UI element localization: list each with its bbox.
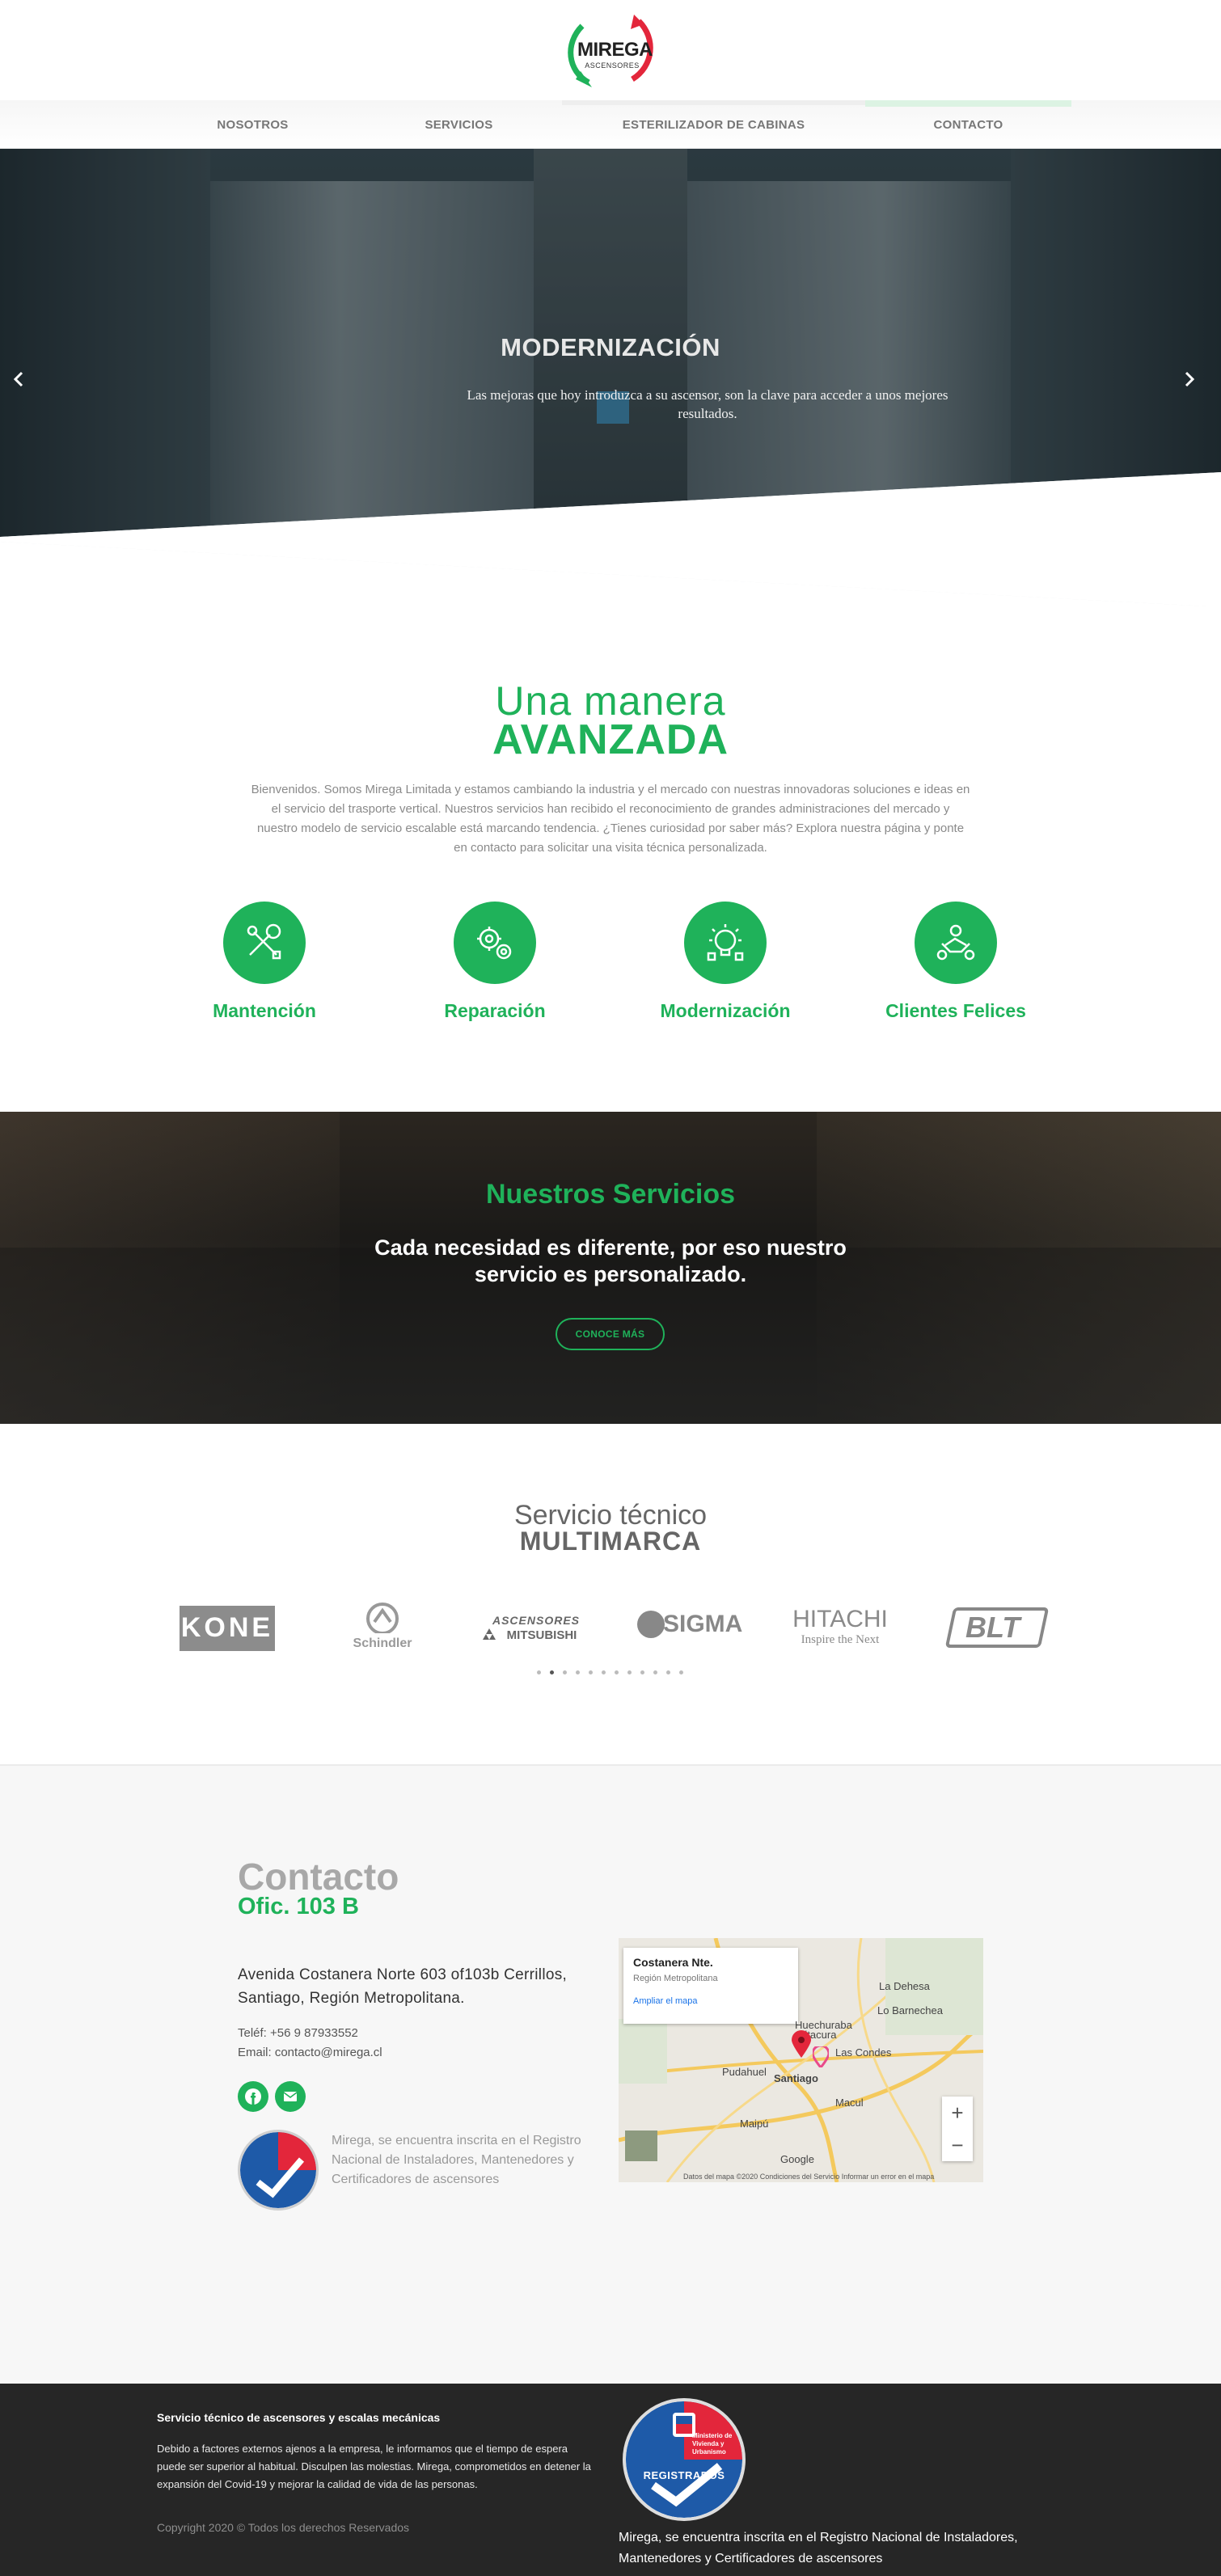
hero-text: Las mejoras que hoy introduzca a su asce… bbox=[467, 387, 948, 421]
brands-title-bold: MULTIMARCA bbox=[519, 1527, 702, 1556]
brand-logo-sigma[interactable]: SIGMA bbox=[637, 1601, 742, 1653]
map-info-card: Costanera Nte. Región Metropolitana Ampl… bbox=[623, 1948, 798, 2024]
nav-item-nosotros[interactable]: NOSOTROS bbox=[150, 100, 356, 149]
brand-logo-kone[interactable]: KONE bbox=[180, 1601, 275, 1653]
carousel-dot[interactable] bbox=[615, 1670, 619, 1674]
chevron-right-icon[interactable] bbox=[1177, 367, 1202, 391]
carousel-dot[interactable] bbox=[640, 1670, 644, 1674]
contact-section: Contacto Ofic. 103 B Avenida Costanera N… bbox=[0, 1764, 1221, 2383]
map-marker-icon[interactable] bbox=[792, 2030, 811, 2062]
facebook-icon[interactable] bbox=[238, 2081, 268, 2112]
carousel-dot[interactable] bbox=[602, 1670, 606, 1674]
carousel-dot[interactable] bbox=[679, 1670, 683, 1674]
feature-label: Modernización bbox=[660, 1000, 791, 1021]
brand-name-2: MITSUBISHI bbox=[506, 1628, 577, 1642]
wrench-icon bbox=[223, 902, 306, 984]
map-enlarge-link[interactable]: Ampliar el mapa bbox=[633, 1996, 788, 2006]
brand-name: SIGMA bbox=[663, 1611, 743, 1637]
contact-email[interactable]: Email: contacto@mirega.cl bbox=[238, 2046, 382, 2059]
map-zoom-control: + − bbox=[942, 2097, 973, 2161]
map-label: Las Condes bbox=[835, 2046, 892, 2059]
nav-item-esterilizador[interactable]: ESTERILIZADOR DE CABINAS bbox=[562, 100, 865, 149]
chevron-left-icon[interactable] bbox=[6, 367, 31, 391]
map-label: Google bbox=[780, 2153, 814, 2165]
map-label: La Dehesa bbox=[879, 1980, 930, 1992]
footer-registry: Mirega, se encuentra inscrita en el Regi… bbox=[619, 2531, 1018, 2565]
carousel-dot[interactable] bbox=[550, 1670, 554, 1674]
conoce-mas-button[interactable]: CONOCE MÁS bbox=[556, 1318, 665, 1350]
contact-phone[interactable]: Teléf: +56 9 87933552 bbox=[238, 2026, 358, 2040]
feature-modernizacion[interactable]: Modernización bbox=[624, 902, 826, 1022]
innovation-icon bbox=[684, 902, 767, 984]
zoom-out-button[interactable]: − bbox=[942, 2129, 973, 2161]
footer-title: Servicio técnico de ascensores y escalas… bbox=[157, 2411, 441, 2424]
contact-address: Avenida Costanera Norte 603 of103b Cerri… bbox=[238, 1966, 568, 2007]
hero-slider: MODERNIZACIÓN Las mejoras que hoy introd… bbox=[0, 149, 1221, 606]
brands-carousel-dots bbox=[537, 1670, 687, 1675]
brand-name: Schindler bbox=[353, 1636, 412, 1650]
contact-office: Ofic. 103 B bbox=[238, 1894, 359, 1919]
map-label: Santiago bbox=[774, 2072, 818, 2084]
carousel-dot[interactable] bbox=[537, 1670, 541, 1674]
site-header: MIREGA ASCENSORES NOSOTROS SERVICIOS EST… bbox=[0, 0, 1221, 149]
brand-logo-blt[interactable]: BLT bbox=[944, 1601, 1050, 1653]
carousel-dot[interactable] bbox=[589, 1670, 593, 1674]
map-label: Maipú bbox=[740, 2118, 769, 2130]
carousel-dot[interactable] bbox=[563, 1670, 567, 1674]
services-title: Nuestros Servicios bbox=[485, 1179, 736, 1210]
google-map[interactable]: Costanera Nte. Región Metropolitana Ampl… bbox=[619, 1938, 983, 2182]
mirega-logo[interactable]: MIREGA ASCENSORES bbox=[556, 11, 665, 92]
feature-label: Mantención bbox=[213, 1000, 316, 1021]
map-pin-icon[interactable] bbox=[811, 2044, 830, 2071]
map-label: Pudahuel bbox=[722, 2066, 767, 2078]
contact-title: Contacto bbox=[238, 1856, 399, 1898]
intro-paragraph: Bienvenidos. Somos Mirega Limitada y est… bbox=[251, 783, 970, 855]
gears-icon bbox=[454, 902, 536, 984]
feature-reparacion[interactable]: Reparación bbox=[394, 902, 596, 1022]
registry-text: Mirega, se encuentra inscrita en el Regi… bbox=[332, 2134, 581, 2186]
brand-name: HITACHI bbox=[792, 1606, 888, 1632]
map-label: Huechuraba bbox=[795, 2019, 852, 2031]
badge-ministry: Ministerio de Vivienda y Urbanismo bbox=[692, 2432, 733, 2456]
intro-title-bold: AVANZADA bbox=[492, 716, 729, 763]
map-label: Macul bbox=[835, 2097, 864, 2109]
services-subtitle: Cada necesidad es diferente, por eso nue… bbox=[374, 1235, 847, 1286]
nav-item-contacto[interactable]: CONTACTO bbox=[865, 100, 1071, 149]
main-nav: NOSOTROS SERVICIOS ESTERILIZADOR DE CABI… bbox=[0, 100, 1221, 149]
feature-clientes-felices[interactable]: Clientes Felices bbox=[855, 902, 1057, 1022]
carousel-dot[interactable] bbox=[653, 1670, 657, 1674]
carousel-dot[interactable] bbox=[666, 1670, 670, 1674]
carousel-dot[interactable] bbox=[576, 1670, 580, 1674]
brand-logo-schindler[interactable]: Schindler bbox=[338, 1601, 427, 1653]
brand-name: ASCENSORES bbox=[492, 1614, 581, 1627]
logo-name: MIREGA bbox=[577, 39, 653, 61]
services-section: Nuestros Servicios Cada necesidad es dif… bbox=[0, 1112, 1221, 1424]
map-label: Lo Barnechea bbox=[877, 2004, 943, 2016]
hero-title: MODERNIZACIÓN bbox=[501, 333, 720, 361]
handshake-icon bbox=[915, 902, 997, 984]
brand-logo-hitachi[interactable]: HITACHI Inspire the Next bbox=[788, 1601, 892, 1653]
feature-label: Clientes Felices bbox=[885, 1000, 1026, 1021]
brand-name: BLT bbox=[965, 1611, 1020, 1644]
carousel-dot[interactable] bbox=[627, 1670, 632, 1674]
feature-mantencion[interactable]: Mantención bbox=[163, 902, 365, 1022]
map-region: Región Metropolitana bbox=[633, 1974, 718, 1983]
site-footer: Servicio técnico de ascensores y escalas… bbox=[0, 2384, 1221, 2576]
map-place: Costanera Nte. bbox=[633, 1956, 713, 1969]
brand-logo-mitsubishi[interactable]: ASCENSORES MITSUBISHI bbox=[479, 1601, 584, 1653]
zoom-in-button[interactable]: + bbox=[942, 2097, 973, 2129]
badge-status: REGISTRADOS bbox=[643, 2469, 725, 2481]
brand-name-2: Inspire the Next bbox=[801, 1633, 880, 1646]
brand-name: KONE bbox=[180, 1612, 274, 1643]
feature-label: Reparación bbox=[444, 1000, 546, 1021]
registry-badge bbox=[238, 2130, 319, 2211]
nav-item-servicios[interactable]: SERVICIOS bbox=[356, 100, 562, 149]
map-footer: Datos del mapa ©2020 Condiciones del Ser… bbox=[683, 2173, 935, 2181]
envelope-icon[interactable] bbox=[275, 2081, 306, 2112]
footer-copyright: Copyright 2020 © Todos los derechos Rese… bbox=[157, 2521, 410, 2534]
footer-notice: Debido a factores externos ajenos a la e… bbox=[157, 2443, 591, 2490]
logo-tagline: ASCENSORES bbox=[585, 61, 640, 70]
registrados-badge: Ministerio de Vivienda y Urbanismo REGIS… bbox=[623, 2398, 746, 2521]
hero-bottom-wedge bbox=[0, 472, 1221, 606]
